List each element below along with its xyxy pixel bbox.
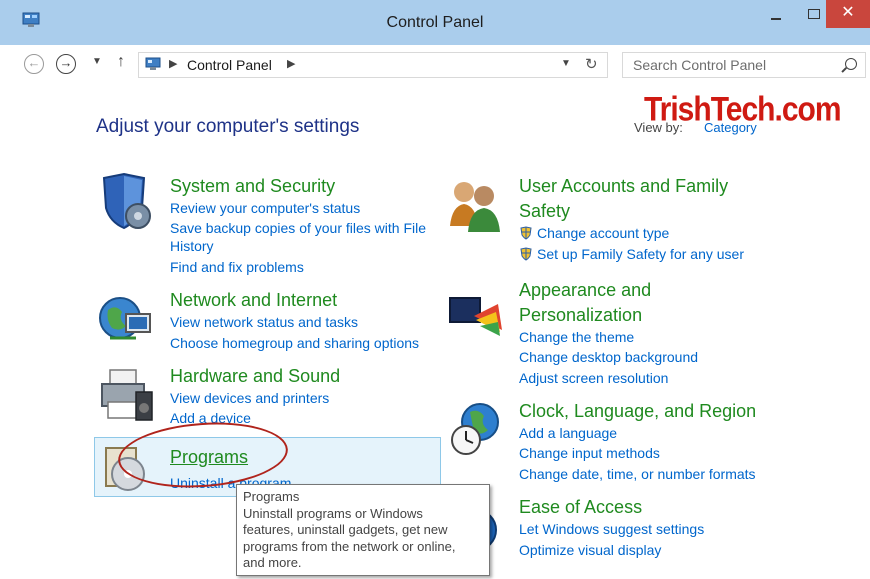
category-title-appearance-cont[interactable]: Personalization bbox=[519, 305, 642, 326]
link-input-methods[interactable]: Change input methods bbox=[519, 445, 660, 461]
breadcrumb-separator-icon[interactable]: ▶ bbox=[287, 57, 295, 70]
link-change-account-type-text[interactable]: Change account type bbox=[537, 225, 669, 241]
link-backup-file-history[interactable]: Save backup copies of your files with Fi… bbox=[170, 220, 426, 236]
category-title-user-accounts[interactable]: User Accounts and Family bbox=[519, 176, 728, 197]
link-find-fix-problems[interactable]: Find and fix problems bbox=[170, 259, 304, 275]
link-backup-file-history-cont[interactable]: History bbox=[170, 238, 214, 254]
maximize-button[interactable] bbox=[796, 0, 830, 28]
uac-shield-icon bbox=[520, 247, 532, 261]
back-arrow-icon[interactable]: ← bbox=[24, 54, 44, 74]
search-input[interactable]: Search Control Panel bbox=[633, 57, 766, 73]
watermark-logo: TrishTech.com bbox=[644, 90, 842, 129]
search-icon[interactable] bbox=[845, 58, 857, 70]
appearance-monitor-icon[interactable] bbox=[446, 286, 506, 346]
control-panel-small-icon bbox=[145, 57, 161, 70]
category-title-user-accounts-cont[interactable]: Safety bbox=[519, 201, 570, 222]
link-review-status[interactable]: Review your computer's status bbox=[170, 200, 360, 216]
window-title: Control Panel bbox=[386, 14, 484, 31]
link-view-network-status[interactable]: View network status and tasks bbox=[170, 314, 358, 330]
refresh-icon[interactable]: ↻ bbox=[585, 55, 598, 73]
breadcrumb-separator-icon[interactable]: ▶ bbox=[169, 57, 177, 70]
tooltip-line: programs from the network or online, bbox=[243, 538, 456, 554]
forward-arrow-icon[interactable]: → bbox=[56, 54, 76, 74]
recent-locations-chevron-icon[interactable]: ▼ bbox=[92, 56, 102, 67]
link-change-account-type[interactable]: Change account type bbox=[519, 225, 669, 241]
minimize-button[interactable] bbox=[758, 0, 792, 28]
up-arrow-icon[interactable]: ↑ bbox=[117, 53, 125, 71]
clock-globe-icon[interactable] bbox=[446, 400, 506, 460]
link-desktop-background[interactable]: Change desktop background bbox=[519, 349, 698, 365]
link-view-devices-printers[interactable]: View devices and printers bbox=[170, 390, 329, 406]
page-heading: Adjust your computer's settings bbox=[96, 116, 360, 137]
close-button[interactable]: ✕ bbox=[826, 0, 870, 28]
printer-speaker-icon[interactable] bbox=[96, 366, 156, 426]
link-date-time-formats[interactable]: Change date, time, or number formats bbox=[519, 466, 756, 482]
category-title-hardware-sound[interactable]: Hardware and Sound bbox=[170, 366, 340, 387]
category-title-clock-region[interactable]: Clock, Language, and Region bbox=[519, 401, 756, 422]
link-optimize-visual-display[interactable]: Optimize visual display bbox=[519, 542, 661, 558]
programs-tooltip: Programs Uninstall programs or Windows f… bbox=[236, 484, 490, 576]
tooltip-line: and more. bbox=[243, 555, 302, 570]
uac-shield-icon bbox=[520, 226, 532, 240]
link-family-safety[interactable]: Set up Family Safety for any user bbox=[519, 246, 744, 262]
title-bar: Control Panel ✕ bbox=[0, 0, 870, 45]
link-windows-suggest-settings[interactable]: Let Windows suggest settings bbox=[519, 521, 704, 537]
address-dropdown-chevron-icon[interactable]: ▼ bbox=[561, 58, 571, 69]
category-title-appearance[interactable]: Appearance and bbox=[519, 280, 651, 301]
tooltip-line: Uninstall programs or Windows bbox=[243, 505, 423, 521]
category-title-network-internet[interactable]: Network and Internet bbox=[170, 290, 337, 311]
navigation-bar: ← → ▼ ↑ ▶ Control Panel ▶ ▼ ↻ Search Con… bbox=[0, 45, 870, 85]
link-homegroup-sharing[interactable]: Choose homegroup and sharing options bbox=[170, 335, 419, 351]
link-family-safety-text[interactable]: Set up Family Safety for any user bbox=[537, 246, 744, 262]
link-screen-resolution[interactable]: Adjust screen resolution bbox=[519, 370, 668, 386]
globe-network-icon[interactable] bbox=[96, 292, 156, 352]
link-add-language[interactable]: Add a language bbox=[519, 425, 617, 441]
tooltip-title: Programs bbox=[243, 489, 300, 504]
link-change-theme[interactable]: Change the theme bbox=[519, 329, 634, 345]
users-icon[interactable] bbox=[446, 176, 506, 236]
tooltip-line: features, uninstall gadgets, get new bbox=[243, 522, 448, 537]
breadcrumb-control-panel[interactable]: Control Panel bbox=[187, 57, 272, 73]
category-title-ease-of-access[interactable]: Ease of Access bbox=[519, 497, 642, 518]
search-box[interactable]: Search Control Panel bbox=[622, 52, 866, 78]
shield-icon[interactable] bbox=[96, 172, 156, 232]
address-bar[interactable]: ▶ Control Panel ▶ ▼ ↻ bbox=[138, 52, 608, 78]
category-title-system-security[interactable]: System and Security bbox=[170, 176, 335, 197]
